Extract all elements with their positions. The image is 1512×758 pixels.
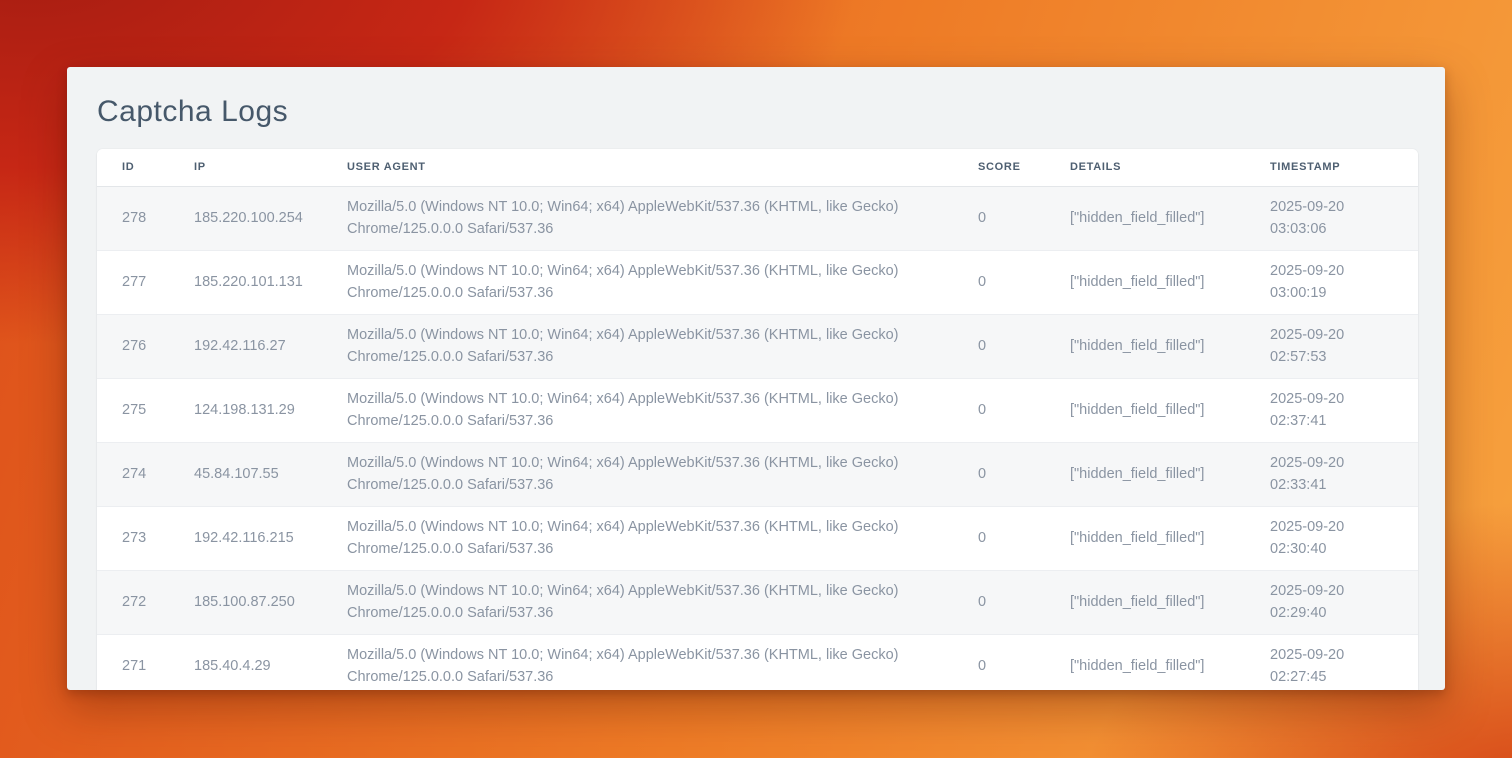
column-header-user_agent: USER AGENT <box>347 149 978 186</box>
cell-score: 0 <box>978 442 1070 506</box>
cell-score: 0 <box>978 314 1070 378</box>
column-header-score: SCORE <box>978 149 1070 186</box>
table-row: 277185.220.101.131Mozilla/5.0 (Windows N… <box>97 250 1418 314</box>
cell-id: 275 <box>97 378 194 442</box>
table-header-row: IDIPUSER AGENTSCOREDETAILSTIMESTAMP <box>97 149 1418 186</box>
cell-details: ["hidden_field_filled"] <box>1070 442 1270 506</box>
cell-score: 0 <box>978 186 1070 250</box>
cell-timestamp: 2025-09-20 02:57:53 <box>1270 314 1418 378</box>
cell-ip: 185.40.4.29 <box>194 634 347 690</box>
table-row: 27445.84.107.55Mozilla/5.0 (Windows NT 1… <box>97 442 1418 506</box>
cell-timestamp: 2025-09-20 02:27:45 <box>1270 634 1418 690</box>
logs-table-card: IDIPUSER AGENTSCOREDETAILSTIMESTAMP 2781… <box>97 149 1418 690</box>
cell-timestamp: 2025-09-20 03:00:19 <box>1270 250 1418 314</box>
cell-details: ["hidden_field_filled"] <box>1070 506 1270 570</box>
cell-user_agent: Mozilla/5.0 (Windows NT 10.0; Win64; x64… <box>347 634 978 690</box>
table-header: IDIPUSER AGENTSCOREDETAILSTIMESTAMP <box>97 149 1418 186</box>
cell-score: 0 <box>978 378 1070 442</box>
table-row: 276192.42.116.27Mozilla/5.0 (Windows NT … <box>97 314 1418 378</box>
cell-ip: 185.100.87.250 <box>194 570 347 634</box>
cell-timestamp: 2025-09-20 02:29:40 <box>1270 570 1418 634</box>
cell-details: ["hidden_field_filled"] <box>1070 634 1270 690</box>
cell-details: ["hidden_field_filled"] <box>1070 378 1270 442</box>
cell-id: 277 <box>97 250 194 314</box>
cell-user_agent: Mozilla/5.0 (Windows NT 10.0; Win64; x64… <box>347 186 978 250</box>
cell-id: 274 <box>97 442 194 506</box>
cell-timestamp: 2025-09-20 02:30:40 <box>1270 506 1418 570</box>
cell-id: 278 <box>97 186 194 250</box>
table-row: 272185.100.87.250Mozilla/5.0 (Windows NT… <box>97 570 1418 634</box>
cell-score: 0 <box>978 634 1070 690</box>
cell-details: ["hidden_field_filled"] <box>1070 314 1270 378</box>
column-header-ip: IP <box>194 149 347 186</box>
cell-user_agent: Mozilla/5.0 (Windows NT 10.0; Win64; x64… <box>347 442 978 506</box>
cell-score: 0 <box>978 506 1070 570</box>
cell-details: ["hidden_field_filled"] <box>1070 570 1270 634</box>
table-body: 278185.220.100.254Mozilla/5.0 (Windows N… <box>97 186 1418 690</box>
captcha-logs-panel: Captcha Logs IDIPUSER AGENTSCOREDETAILST… <box>67 67 1445 690</box>
cell-user_agent: Mozilla/5.0 (Windows NT 10.0; Win64; x64… <box>347 314 978 378</box>
cell-ip: 124.198.131.29 <box>194 378 347 442</box>
cell-timestamp: 2025-09-20 02:33:41 <box>1270 442 1418 506</box>
cell-ip: 192.42.116.215 <box>194 506 347 570</box>
cell-user_agent: Mozilla/5.0 (Windows NT 10.0; Win64; x64… <box>347 378 978 442</box>
page-title: Captcha Logs <box>97 95 1418 129</box>
cell-id: 273 <box>97 506 194 570</box>
cell-timestamp: 2025-09-20 03:03:06 <box>1270 186 1418 250</box>
cell-user_agent: Mozilla/5.0 (Windows NT 10.0; Win64; x64… <box>347 506 978 570</box>
column-header-timestamp: TIMESTAMP <box>1270 149 1418 186</box>
cell-details: ["hidden_field_filled"] <box>1070 186 1270 250</box>
cell-details: ["hidden_field_filled"] <box>1070 250 1270 314</box>
cell-ip: 185.220.100.254 <box>194 186 347 250</box>
cell-user_agent: Mozilla/5.0 (Windows NT 10.0; Win64; x64… <box>347 250 978 314</box>
table-row: 275124.198.131.29Mozilla/5.0 (Windows NT… <box>97 378 1418 442</box>
column-header-details: DETAILS <box>1070 149 1270 186</box>
logs-table: IDIPUSER AGENTSCOREDETAILSTIMESTAMP 2781… <box>97 149 1418 690</box>
cell-score: 0 <box>978 570 1070 634</box>
cell-id: 271 <box>97 634 194 690</box>
cell-id: 272 <box>97 570 194 634</box>
cell-ip: 45.84.107.55 <box>194 442 347 506</box>
cell-ip: 192.42.116.27 <box>194 314 347 378</box>
table-row: 278185.220.100.254Mozilla/5.0 (Windows N… <box>97 186 1418 250</box>
table-row: 271185.40.4.29Mozilla/5.0 (Windows NT 10… <box>97 634 1418 690</box>
cell-timestamp: 2025-09-20 02:37:41 <box>1270 378 1418 442</box>
cell-score: 0 <box>978 250 1070 314</box>
table-row: 273192.42.116.215Mozilla/5.0 (Windows NT… <box>97 506 1418 570</box>
cell-id: 276 <box>97 314 194 378</box>
cell-user_agent: Mozilla/5.0 (Windows NT 10.0; Win64; x64… <box>347 570 978 634</box>
cell-ip: 185.220.101.131 <box>194 250 347 314</box>
column-header-id: ID <box>97 149 194 186</box>
